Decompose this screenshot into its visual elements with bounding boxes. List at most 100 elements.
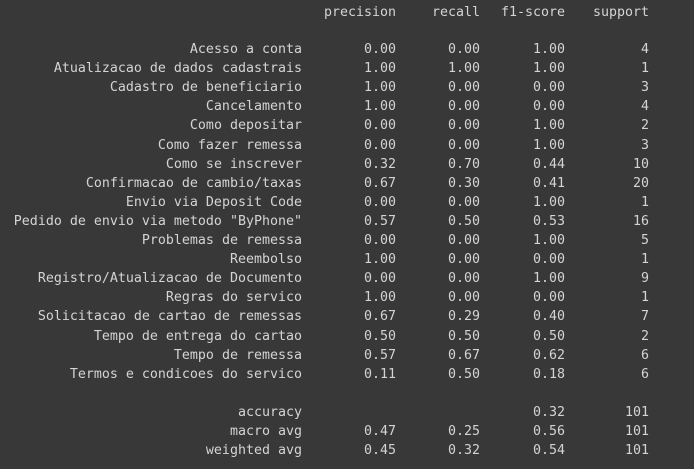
recall-value: 0.00 bbox=[447, 42, 480, 57]
row-label: Pedido de envio via metodo "ByPhone" bbox=[13, 213, 302, 229]
recall-value: 1.00 bbox=[447, 61, 480, 77]
row-label: Problemas de remessa bbox=[141, 233, 302, 248]
header-precision: precision bbox=[323, 5, 396, 20]
support-value: 1 bbox=[640, 194, 649, 210]
f1-score-value: 0.00 bbox=[532, 99, 565, 115]
f1-score-value: 1.00 bbox=[532, 137, 565, 153]
f1-score-value: 0.56 bbox=[532, 423, 565, 439]
precision-value: 0.00 bbox=[363, 194, 396, 210]
class-metrics-row: Envio via Deposit Code 0.00 0.00 1.00 1 bbox=[0, 193, 694, 212]
precision-value: 0.50 bbox=[363, 328, 396, 344]
recall-value: 0.50 bbox=[447, 328, 480, 344]
support-value: 1 bbox=[640, 252, 649, 268]
recall-value: 0.00 bbox=[447, 233, 480, 248]
class-metrics-row: Tempo de remessa 0.57 0.67 0.62 6 bbox=[0, 346, 694, 365]
f1-score-value: 0.62 bbox=[532, 347, 565, 363]
class-metrics-row: Cancelamento 1.00 0.00 0.00 4 bbox=[0, 97, 694, 116]
support-value: 6 bbox=[640, 347, 649, 363]
f1-score-value: 0.18 bbox=[532, 366, 565, 382]
precision-value: 1.00 bbox=[363, 252, 396, 268]
row-label: Confirmacao de cambio/taxas bbox=[85, 175, 302, 191]
precision-value: 1.00 bbox=[363, 61, 396, 77]
precision-value: 0.00 bbox=[363, 271, 396, 287]
class-metrics-row: Como depositar 0.00 0.00 1.00 2 bbox=[0, 116, 694, 135]
f1-score-value: 1.00 bbox=[532, 233, 565, 248]
header-support: support bbox=[592, 5, 649, 20]
header-f1-score: f1-score bbox=[500, 5, 565, 20]
f1-score-value: 1.00 bbox=[532, 194, 565, 210]
support-value: 7 bbox=[640, 309, 649, 325]
support-value: 4 bbox=[640, 42, 649, 57]
recall-value: 0.29 bbox=[447, 309, 480, 325]
recall-value: 0.50 bbox=[447, 213, 480, 229]
f1-score-value: 0.44 bbox=[532, 156, 565, 172]
precision-value: 1.00 bbox=[363, 290, 396, 306]
class-metrics-row: Como se inscrever 0.32 0.70 0.44 10 bbox=[0, 155, 694, 174]
class-metrics-row: Como fazer remessa 0.00 0.00 1.00 3 bbox=[0, 136, 694, 155]
support-value: 6 bbox=[640, 366, 649, 382]
row-label: Cancelamento bbox=[205, 99, 302, 115]
f1-score-value: 0.41 bbox=[532, 175, 565, 191]
class-metrics-row: Termos e condicoes do servico 0.11 0.50 0.1… bbox=[0, 365, 694, 384]
support-value: 4 bbox=[640, 99, 649, 115]
header-recall: recall bbox=[431, 5, 480, 20]
summary-metrics-row: macro avg 0.47 0.25 0.56 101 bbox=[0, 422, 694, 441]
precision-value: 1.00 bbox=[363, 80, 396, 96]
f1-score-value: 0.53 bbox=[532, 213, 565, 229]
classification-report-output: precision recall f1-score support Acesso… bbox=[0, 0, 694, 469]
precision-value: 0.67 bbox=[363, 175, 396, 191]
row-label: accuracy bbox=[237, 404, 302, 420]
recall-value: 0.00 bbox=[447, 271, 480, 287]
support-value: 10 bbox=[632, 156, 649, 172]
f1-score-value: 1.00 bbox=[532, 61, 565, 77]
recall-value: 0.50 bbox=[447, 366, 480, 382]
row-label: Como fazer remessa bbox=[157, 137, 302, 153]
f1-score-value: 1.00 bbox=[532, 118, 565, 134]
recall-value: 0.00 bbox=[447, 99, 480, 115]
class-metrics-row: Cadastro de beneficiario 1.00 0.00 0.00 3 bbox=[0, 78, 694, 97]
precision-value: 0.67 bbox=[363, 309, 396, 325]
f1-score-value: 0.50 bbox=[532, 328, 565, 344]
row-label: Como depositar bbox=[189, 118, 302, 134]
class-metrics-row: Tempo de entrega do cartao 0.50 0.50 0.50 2 bbox=[0, 327, 694, 346]
recall-value: 0.00 bbox=[447, 252, 480, 268]
summary-metrics-row: accuracy 0.32 101 bbox=[0, 403, 694, 422]
precision-value: 1.00 bbox=[363, 99, 396, 115]
f1-score-value: 1.00 bbox=[532, 42, 565, 57]
f1-score-value: 0.00 bbox=[532, 290, 565, 306]
row-label: Solicitacao de cartao de remessas bbox=[37, 309, 302, 325]
class-metrics-row: Confirmacao de cambio/taxas 0.67 0.30 0.41 2… bbox=[0, 174, 694, 193]
precision-value: 0.47 bbox=[363, 423, 396, 439]
summary-metrics-row: weighted avg 0.45 0.32 0.54 101 bbox=[0, 441, 694, 460]
support-value: 2 bbox=[640, 118, 649, 134]
row-label: Como se inscrever bbox=[165, 156, 302, 172]
recall-value: 0.25 bbox=[447, 423, 480, 439]
row-label: Tempo de entrega do cartao bbox=[93, 328, 302, 344]
precision-value: 0.57 bbox=[363, 213, 396, 229]
class-metrics-row: Solicitacao de cartao de remessas 0.67 0.2… bbox=[0, 307, 694, 326]
precision-value: 0.11 bbox=[363, 366, 396, 382]
row-label: Cadastro de beneficiario bbox=[109, 80, 302, 96]
class-metrics-row: Regras do servico 1.00 0.00 0.00 1 bbox=[0, 288, 694, 307]
recall-value: 0.00 bbox=[447, 118, 480, 134]
precision-value: 0.00 bbox=[363, 42, 396, 57]
f1-score-value: 0.40 bbox=[532, 309, 565, 325]
precision-value: 0.00 bbox=[363, 233, 396, 248]
class-metrics-row: Problemas de remessa 0.00 0.00 1.00 5 bbox=[0, 231, 694, 250]
recall-value: 0.32 bbox=[447, 442, 480, 458]
support-value: 1 bbox=[640, 61, 649, 77]
support-value: 9 bbox=[640, 271, 649, 287]
precision-value: 0.45 bbox=[363, 442, 396, 458]
precision-value: 0.00 bbox=[363, 118, 396, 134]
report-header-row: precision recall f1-score support bbox=[0, 3, 694, 22]
recall-value: 0.00 bbox=[447, 80, 480, 96]
recall-value: 0.67 bbox=[447, 347, 480, 363]
row-label: Atualizacao de dados cadastrais bbox=[53, 61, 302, 77]
support-value: 101 bbox=[624, 423, 649, 439]
class-metrics-row: Reembolso 1.00 0.00 0.00 1 bbox=[0, 250, 694, 269]
row-label: Tempo de remessa bbox=[173, 347, 302, 363]
support-value: 16 bbox=[632, 213, 649, 229]
class-metrics-row: Atualizacao de dados cadastrais 1.00 1.00 1… bbox=[0, 59, 694, 78]
class-metrics-row: Acesso a conta 0.00 0.00 1.00 4 bbox=[0, 40, 694, 59]
row-label: weighted avg bbox=[205, 442, 302, 458]
